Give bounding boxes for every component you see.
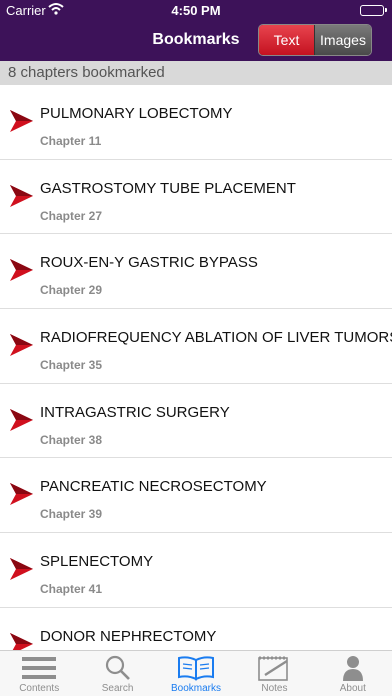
status-bar: Carrier 4:50 PM — [0, 0, 392, 20]
bookmark-row[interactable]: PULMONARY LOBECTOMY Chapter 11 — [0, 85, 392, 160]
tab-contents[interactable]: Contents — [0, 651, 78, 696]
bookmark-chapter: Chapter 11 — [40, 134, 102, 148]
bookmark-row[interactable]: PANCREATIC NECROSECTOMY Chapter 39 — [0, 458, 392, 534]
book-icon — [178, 656, 215, 681]
red-arrow-icon — [10, 408, 33, 431]
search-icon — [105, 655, 130, 680]
tab-about[interactable]: About — [314, 651, 392, 696]
battery-icon — [360, 5, 387, 16]
tab-label: Notes — [261, 683, 288, 694]
bookmark-title: INTRAGASTRIC SURGERY — [40, 403, 230, 421]
tab-bookmarks[interactable]: Bookmarks — [157, 651, 235, 696]
red-arrow-icon — [10, 334, 33, 357]
bookmark-row[interactable]: SPLENECTOMY Chapter 41 — [0, 533, 392, 608]
bookmark-row[interactable]: DONOR NEPHRECTOMY — [0, 608, 392, 650]
bookmark-chapter: Chapter 35 — [40, 358, 103, 373]
bookmark-title: SPLENECTOMY — [40, 553, 154, 571]
bookmark-row[interactable]: GASTROSTOMY TUBE PLACEMENT Chapter 27 — [0, 160, 392, 235]
tab-label: Contents — [19, 683, 60, 694]
person-icon — [342, 656, 363, 681]
bookmark-list[interactable]: PULMONARY LOBECTOMY Chapter 11 GASTROSTO… — [0, 85, 392, 650]
bookmark-title: PANCREATIC NECROSECTOMY — [40, 478, 267, 496]
tab-bar: Contents Search Bookmarks Notes About — [0, 650, 392, 696]
list-icon — [22, 657, 57, 679]
bookmark-title: PULMONARY LOBECTOMY — [40, 105, 233, 122]
tab-label: Bookmarks — [171, 683, 222, 694]
red-arrow-icon — [10, 483, 33, 506]
tab-label: Search — [101, 683, 134, 694]
red-arrow-icon — [10, 259, 33, 282]
red-arrow-icon — [10, 184, 33, 207]
bookmark-chapter: Chapter 41 — [40, 582, 103, 597]
red-arrow-icon — [10, 110, 33, 132]
bookmark-title: DONOR NEPHRECTOMY — [40, 627, 217, 645]
bookmark-chapter: Chapter 38 — [40, 432, 103, 447]
bookmark-count-header: 8 chapters bookmarked — [0, 61, 392, 85]
bookmark-chapter: Chapter 29 — [40, 283, 103, 298]
bookmark-row[interactable]: ROUX-EN-Y GASTRIC BYPASS Chapter 29 — [0, 234, 392, 310]
bookmark-row[interactable]: INTRAGASTRIC SURGERY Chapter 38 — [0, 384, 392, 459]
tab-label: About — [339, 683, 366, 694]
text-images-segmented-control: Text Images — [258, 24, 372, 56]
red-arrow-icon — [10, 558, 33, 581]
bookmark-row[interactable]: RADIOFREQUENCY ABLATION OF LIVER TUMORS … — [0, 309, 392, 384]
notepad-icon — [258, 656, 289, 681]
status-time: 4:50 PM — [171, 3, 221, 18]
tab-notes[interactable]: Notes — [235, 651, 313, 696]
navigation-bar: Bookmarks Text Images — [0, 20, 392, 61]
text-segment-button[interactable]: Text — [259, 25, 315, 55]
red-arrow-icon — [10, 632, 33, 650]
bookmark-title: ROUX-EN-Y GASTRIC BYPASS — [40, 254, 258, 272]
bookmark-chapter: Chapter 39 — [40, 507, 103, 522]
bookmark-title: GASTROSTOMY TUBE PLACEMENT — [40, 179, 296, 197]
bookmark-chapter: Chapter 27 — [40, 208, 103, 223]
bookmark-title: RADIOFREQUENCY ABLATION OF LIVER TUMORS — [40, 329, 392, 347]
images-segment-button[interactable]: Images — [314, 25, 371, 55]
tab-search[interactable]: Search — [78, 651, 156, 696]
